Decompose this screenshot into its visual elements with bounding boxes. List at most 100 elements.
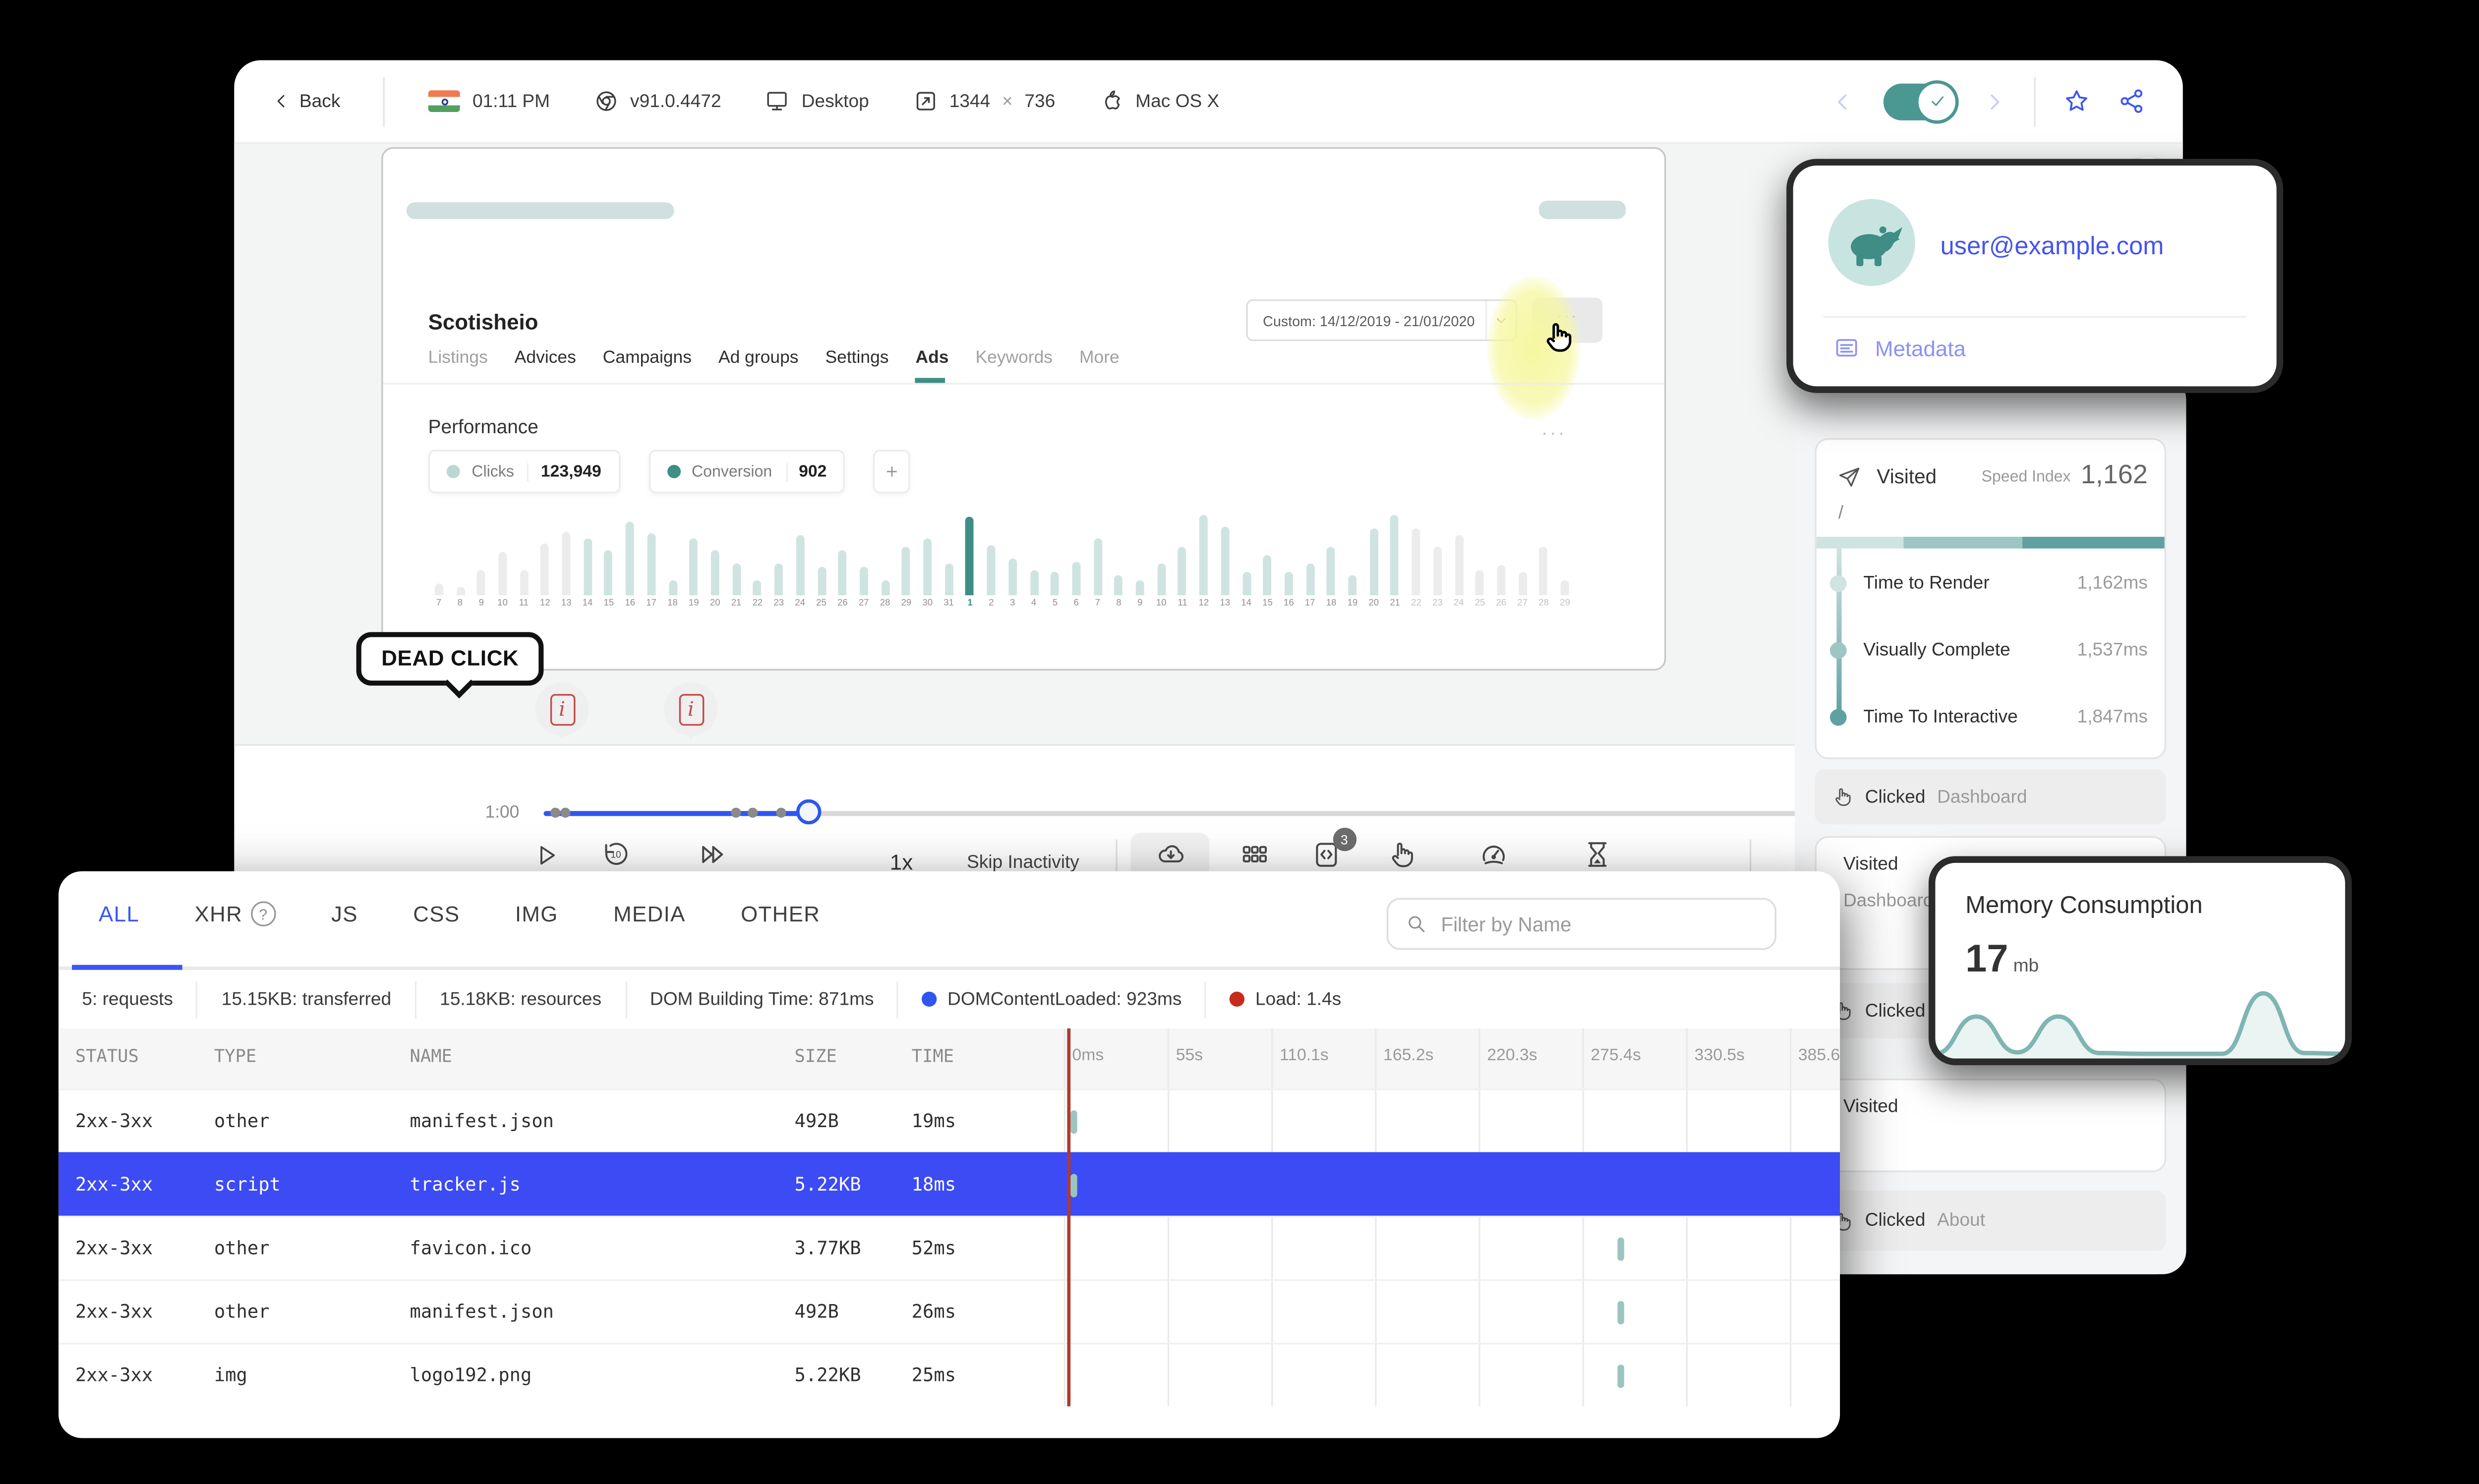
network-tab-img[interactable]: IMG — [515, 901, 558, 926]
cell-size: 492B — [794, 1110, 839, 1132]
more-options-ellipsis[interactable]: ... — [1542, 420, 1567, 440]
event-item-clicked[interactable]: Clicked Dashboard — [1815, 769, 2166, 825]
column-header-type[interactable]: TYPE — [214, 1047, 256, 1067]
events-sidebar: Visited Speed Index 1,162 / Time to Rend… — [1794, 376, 2186, 1274]
skip-inactivity-toggle[interactable]: Skip Inactivity — [967, 853, 1079, 873]
chart-bar-column — [428, 503, 450, 596]
date-range-select[interactable]: Custom: 14/12/2019 - 21/01/2020 — [1246, 299, 1517, 342]
waterfall-tick: 0ms — [1072, 1046, 1104, 1066]
filter-by-name-input[interactable] — [1441, 912, 1758, 936]
chart-bar-column — [768, 503, 789, 596]
chart-bar — [902, 547, 911, 596]
chart-bar-column — [1065, 503, 1087, 596]
chart-bar — [944, 564, 953, 596]
autoplay-toggle[interactable] — [1883, 79, 1959, 123]
request-row-favicon.ico[interactable]: 2xx-3xx other favicon.ico 3.77KB 52ms — [59, 1215, 1840, 1279]
network-stat: 15.15KB: transferred — [198, 980, 416, 1018]
memory-sparkline-chart — [1935, 991, 2345, 1059]
column-header-size[interactable]: SIZE — [795, 1047, 837, 1067]
event-item-visited[interactable]: Visited — [1815, 1079, 2166, 1172]
stat-text: 15.15KB: transferred — [221, 989, 392, 1010]
issue-marker[interactable]: i — [664, 682, 718, 740]
chart-x-label: 12 — [540, 598, 550, 609]
request-row-tracker.js[interactable]: 2xx-3xx script tracker.js 5.22KB 18ms — [59, 1152, 1840, 1216]
metadata-label: Metadata — [1875, 335, 1966, 361]
next-session-button[interactable] — [1980, 88, 2007, 114]
help-icon[interactable]: ? — [251, 901, 276, 927]
add-metric-button[interactable]: + — [873, 450, 911, 494]
chart-bar — [647, 532, 656, 596]
network-tab-media[interactable]: MEDIA — [613, 901, 686, 926]
request-row-manifest.json[interactable]: 2xx-3xx other manifest.json 492B 26ms — [59, 1279, 1840, 1343]
event-dot[interactable] — [748, 807, 759, 818]
network-tab-css[interactable]: CSS — [413, 901, 460, 926]
network-tab-js[interactable]: JS — [331, 901, 358, 926]
column-header-time[interactable]: TIME — [912, 1047, 954, 1067]
waterfall-bar — [1071, 1174, 1078, 1198]
site-tab-settings[interactable]: Settings — [825, 348, 888, 383]
metric-dot — [1830, 709, 1847, 726]
user-email-link[interactable]: user@example.com — [1940, 232, 2164, 261]
check-icon — [1926, 90, 1948, 112]
browser-info: v91.0.4472 — [593, 89, 721, 114]
chart-x-label: 17 — [646, 598, 656, 609]
waterfall-tick: 385.6s — [1798, 1046, 1840, 1066]
back-button[interactable]: Back — [271, 90, 340, 112]
playhead-handle[interactable] — [796, 799, 821, 825]
chart-x-label: 9 — [1137, 598, 1143, 609]
chart-bar-column — [1193, 503, 1215, 596]
metric-chip-conversion[interactable]: Conversion 902 — [648, 450, 845, 494]
chart-x-label: 29 — [901, 598, 912, 609]
cell-type: other — [214, 1237, 270, 1259]
timeline-track[interactable] — [543, 799, 1941, 825]
site-tab-ads[interactable]: Ads — [915, 348, 948, 383]
site-tab-more[interactable]: More — [1079, 348, 1120, 383]
network-stat: 15.18KB: resources — [416, 980, 627, 1018]
column-header-status[interactable]: STATUS — [75, 1047, 139, 1067]
event-dot[interactable] — [549, 807, 560, 818]
network-tab-other[interactable]: OTHER — [741, 901, 820, 926]
chart-bar-column — [1129, 503, 1151, 596]
column-header-name[interactable]: NAME — [410, 1047, 452, 1067]
chart-bar-column — [1002, 503, 1023, 596]
event-dot[interactable] — [561, 807, 571, 818]
bookmark-star-button[interactable] — [2063, 87, 2091, 115]
chart-bar — [626, 521, 635, 596]
cell-name: logo192.png — [410, 1364, 532, 1386]
performance-bar-chart — [428, 503, 1576, 596]
waterfall-tick: 110.1s — [1279, 1046, 1329, 1066]
share-button[interactable] — [2118, 87, 2146, 115]
site-tab-advices[interactable]: Advices — [515, 348, 576, 383]
resolution-info: 1344 × 736 — [913, 89, 1055, 114]
prev-session-button[interactable] — [1830, 88, 1857, 114]
waterfall-tick: 220.3s — [1487, 1046, 1537, 1066]
play-icon — [532, 840, 560, 868]
site-tab-listings[interactable]: Listings — [428, 348, 488, 383]
request-row-logo192.png[interactable]: 2xx-3xx img logo192.png 5.22KB 25ms — [59, 1343, 1840, 1406]
network-tab-all[interactable]: ALL — [99, 901, 139, 926]
chart-x-label: 22 — [1411, 598, 1421, 609]
waterfall-tick: 165.2s — [1383, 1046, 1434, 1066]
hand-icon — [1387, 840, 1417, 870]
chart-bar — [1454, 535, 1463, 596]
network-tab-xhr[interactable]: XHR? — [195, 901, 276, 927]
metric-chip-clicks[interactable]: Clicks 123,949 — [428, 450, 620, 494]
visited-event-card[interactable]: Visited Speed Index 1,162 / Time to Rend… — [1815, 438, 2166, 759]
site-tab-campaigns[interactable]: Campaigns — [603, 348, 692, 383]
event-dot[interactable] — [776, 807, 786, 818]
memory-unit: mb — [2013, 956, 2039, 977]
issue-marker[interactable]: i — [535, 682, 589, 740]
chart-x-label: 28 — [880, 598, 890, 609]
chart-bar-column — [959, 503, 981, 596]
site-tab-keywords[interactable]: Keywords — [975, 348, 1053, 383]
cell-size: 5.22KB — [794, 1174, 861, 1196]
site-tab-ad-groups[interactable]: Ad groups — [718, 348, 799, 383]
metadata-button[interactable]: Metadata — [1833, 335, 1966, 361]
event-item-clicked[interactable]: Clicked About — [1815, 1191, 2166, 1251]
stat-text: 15.18KB: resources — [440, 989, 602, 1010]
chart-x-label: 27 — [1517, 598, 1528, 609]
event-dot[interactable] — [731, 807, 742, 818]
request-row-manifest.json[interactable]: 2xx-3xx other manifest.json 492B 19ms — [59, 1088, 1840, 1152]
cell-status: 2xx-3xx — [75, 1110, 153, 1132]
chart-bar-column — [705, 503, 726, 596]
